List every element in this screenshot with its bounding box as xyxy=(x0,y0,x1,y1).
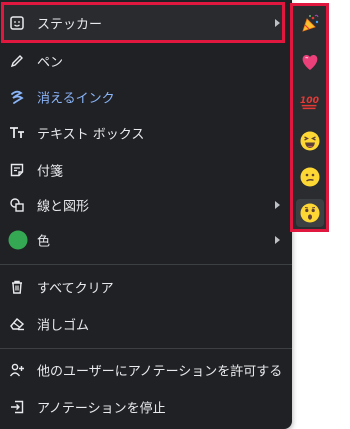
menu-divider xyxy=(0,348,292,349)
menu-item-label: 消えるインク xyxy=(37,91,115,107)
text-box-icon xyxy=(9,125,25,141)
sticker-panel: 100 xyxy=(290,3,329,232)
chevron-right-icon xyxy=(275,19,280,27)
menu-item-label: ステッカー xyxy=(37,17,103,33)
sticker-icon xyxy=(9,15,25,31)
menu-item-text-box[interactable]: テキスト ボックス xyxy=(0,114,292,152)
menu-item-label: ペン xyxy=(37,55,64,71)
menu-divider xyxy=(0,264,292,265)
laser-ink-icon xyxy=(9,89,25,105)
exit-icon xyxy=(9,399,25,415)
menu-item-sticky-note[interactable]: 付箋 xyxy=(0,151,292,189)
chevron-right-icon xyxy=(275,236,280,244)
menu-item-clear-all[interactable]: すべてクリア xyxy=(0,268,292,306)
menu-item-label: 付箋 xyxy=(37,164,64,180)
menu-item-label: 線と図形 xyxy=(37,199,90,215)
person-add-icon xyxy=(9,362,25,378)
svg-text:100: 100 xyxy=(299,95,319,106)
annotation-menu: ステッカー ペン 消えるインク テキスト ボックス 付箋 線と図形 色 すべてク… xyxy=(0,0,292,429)
menu-item-label: 色 xyxy=(37,234,51,250)
shapes-icon xyxy=(9,197,25,213)
eraser-icon xyxy=(9,316,25,332)
menu-item-stickers[interactable]: ステッカー xyxy=(0,4,292,42)
menu-item-color[interactable]: 色 xyxy=(0,221,292,259)
menu-item-label: 他のユーザーにアノテーションを許可する xyxy=(37,364,283,380)
color-swatch-icon xyxy=(8,230,28,250)
menu-item-stop-annotation[interactable]: アノテーションを停止 xyxy=(0,388,292,426)
sticker-hundred-points-icon[interactable]: 100 xyxy=(299,90,321,112)
sticky-note-icon xyxy=(9,162,25,178)
pen-icon xyxy=(9,53,25,69)
menu-item-label: アノテーションを停止 xyxy=(37,401,166,417)
menu-item-laser-ink[interactable]: 消えるインク xyxy=(0,78,292,116)
menu-item-lines-shapes[interactable]: 線と図形 xyxy=(0,186,292,224)
menu-item-allow-others-annotate[interactable]: 他のユーザーにアノテーションを許可する xyxy=(0,351,292,389)
sticker-party-popper-icon[interactable] xyxy=(299,13,321,35)
menu-item-label: 消しゴム xyxy=(37,318,90,334)
menu-item-label: テキスト ボックス xyxy=(37,127,145,143)
sticker-laughing-face-icon[interactable] xyxy=(299,130,321,152)
trash-icon xyxy=(9,279,25,295)
sticker-pink-heart-icon[interactable] xyxy=(299,51,321,73)
menu-item-eraser[interactable]: 消しゴム xyxy=(0,305,292,343)
sticker-confused-face-icon[interactable] xyxy=(299,166,321,188)
chevron-right-icon xyxy=(275,201,280,209)
menu-item-pen[interactable]: ペン xyxy=(0,42,292,80)
menu-item-label: すべてクリア xyxy=(37,281,114,297)
sticker-astonished-face-icon[interactable] xyxy=(295,199,324,227)
